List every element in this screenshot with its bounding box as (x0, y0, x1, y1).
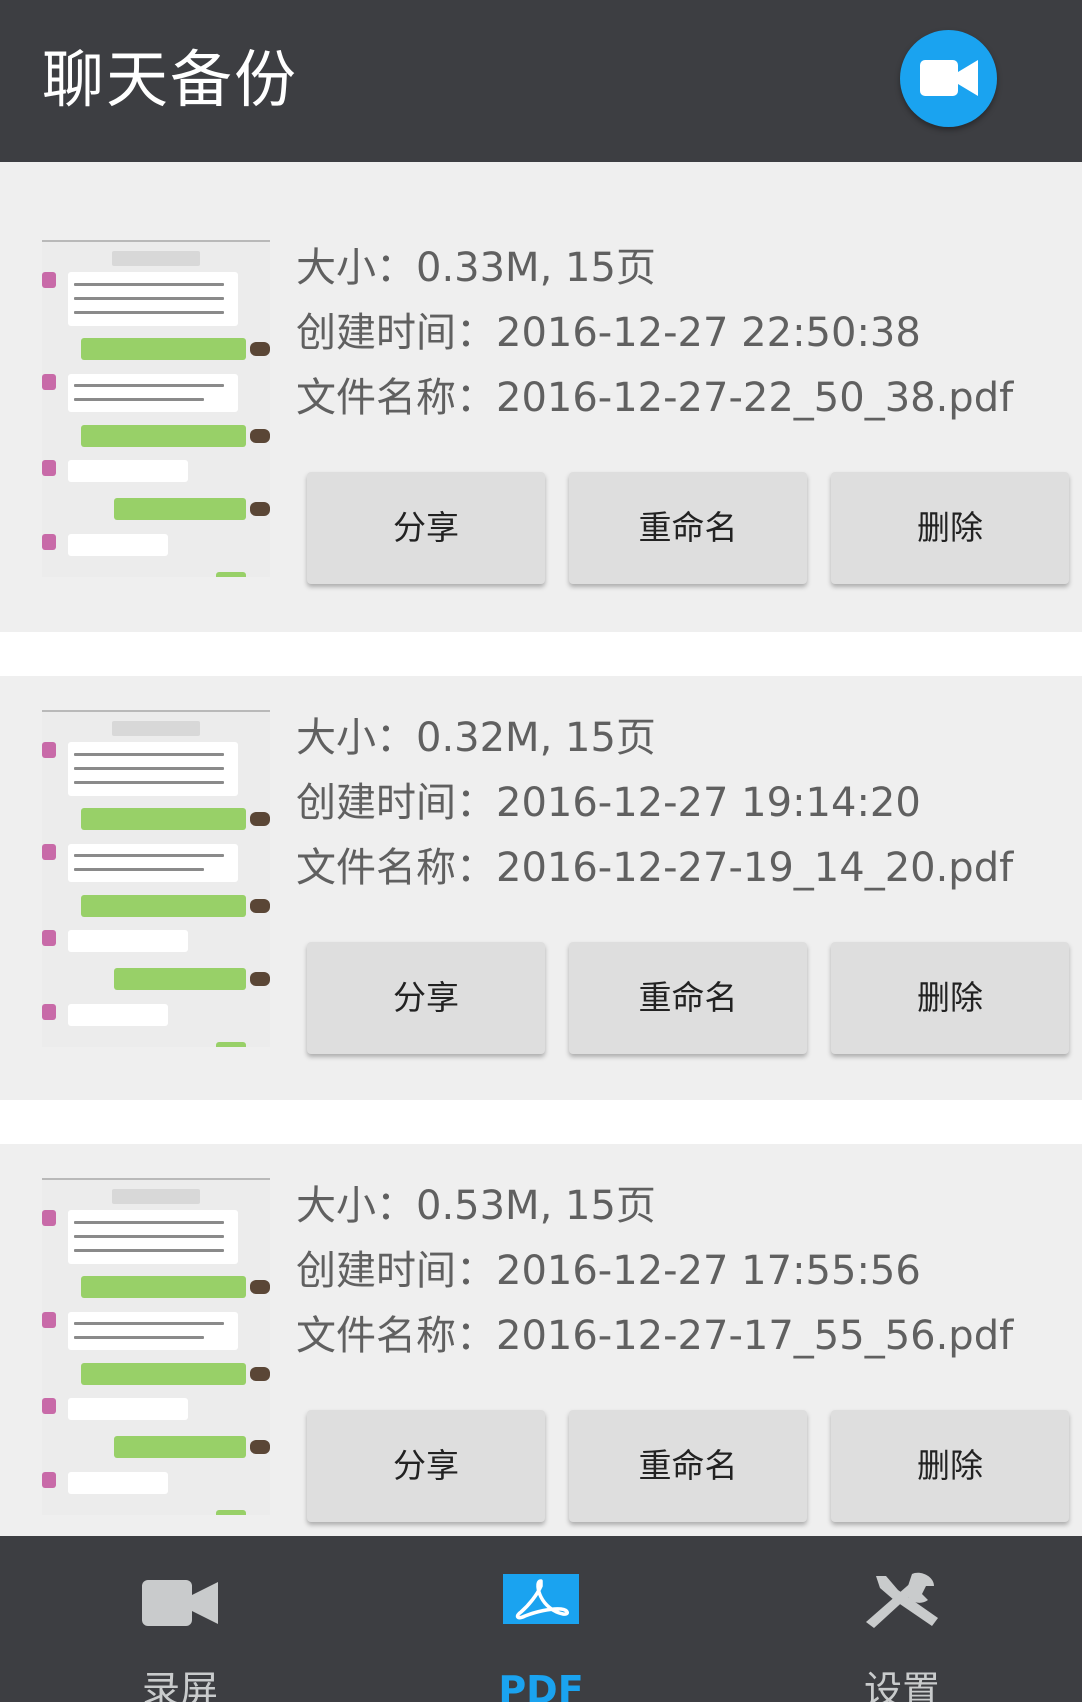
tab-label: PDF (498, 1668, 584, 1702)
chat-thumbnail[interactable] (42, 710, 270, 1047)
file-card: 大小：0.53M, 15页 创建时间：2016-12-27 17:55:56 文… (0, 1144, 1082, 1536)
bottom-navigation: 录屏 PDF 设置 (0, 1536, 1082, 1702)
share-button[interactable]: 分享 (307, 942, 545, 1054)
chat-thumbnail[interactable] (42, 1178, 270, 1515)
page-title: 聊天备份 (42, 43, 299, 116)
rename-button[interactable]: 重命名 (569, 942, 807, 1054)
tab-pdf[interactable]: PDF (361, 1536, 721, 1702)
video-camera-icon (920, 60, 978, 96)
file-size: 大小：0.53M, 15页 (296, 1183, 656, 1229)
record-button[interactable] (900, 30, 997, 127)
app-bar: 聊天备份 (0, 0, 1082, 162)
file-size: 大小：0.32M, 15页 (296, 715, 656, 761)
tab-label: 设置 (863, 1668, 940, 1702)
file-name: 文件名称：2016-12-27-17_55_56.pdf (296, 1313, 1014, 1359)
file-created-time: 创建时间：2016-12-27 19:14:20 (296, 780, 921, 826)
rename-button[interactable]: 重命名 (569, 1410, 807, 1522)
file-card: 大小：0.32M, 15页 创建时间：2016-12-27 19:14:20 文… (0, 676, 1082, 1100)
file-name: 文件名称：2016-12-27-19_14_20.pdf (296, 845, 1014, 891)
pdf-file-list: 大小：0.33M, 15页 创建时间：2016-12-27 22:50:38 文… (0, 162, 1082, 1536)
delete-button[interactable]: 删除 (831, 472, 1069, 584)
file-size: 大小：0.33M, 15页 (296, 245, 656, 291)
tab-label: 录屏 (141, 1668, 218, 1702)
video-camera-icon (142, 1580, 218, 1626)
delete-button[interactable]: 删除 (831, 942, 1069, 1054)
tools-icon (866, 1572, 938, 1628)
rename-button[interactable]: 重命名 (569, 472, 807, 584)
pdf-icon (503, 1574, 579, 1624)
chat-thumbnail[interactable] (42, 240, 270, 577)
file-name: 文件名称：2016-12-27-22_50_38.pdf (296, 375, 1014, 421)
tab-record[interactable]: 录屏 (0, 1536, 360, 1702)
file-created-time: 创建时间：2016-12-27 22:50:38 (296, 310, 921, 356)
delete-button[interactable]: 删除 (831, 1410, 1069, 1522)
file-card: 大小：0.33M, 15页 创建时间：2016-12-27 22:50:38 文… (0, 162, 1082, 632)
tab-settings[interactable]: 设置 (722, 1536, 1082, 1702)
file-created-time: 创建时间：2016-12-27 17:55:56 (296, 1248, 921, 1294)
share-button[interactable]: 分享 (307, 472, 545, 584)
share-button[interactable]: 分享 (307, 1410, 545, 1522)
